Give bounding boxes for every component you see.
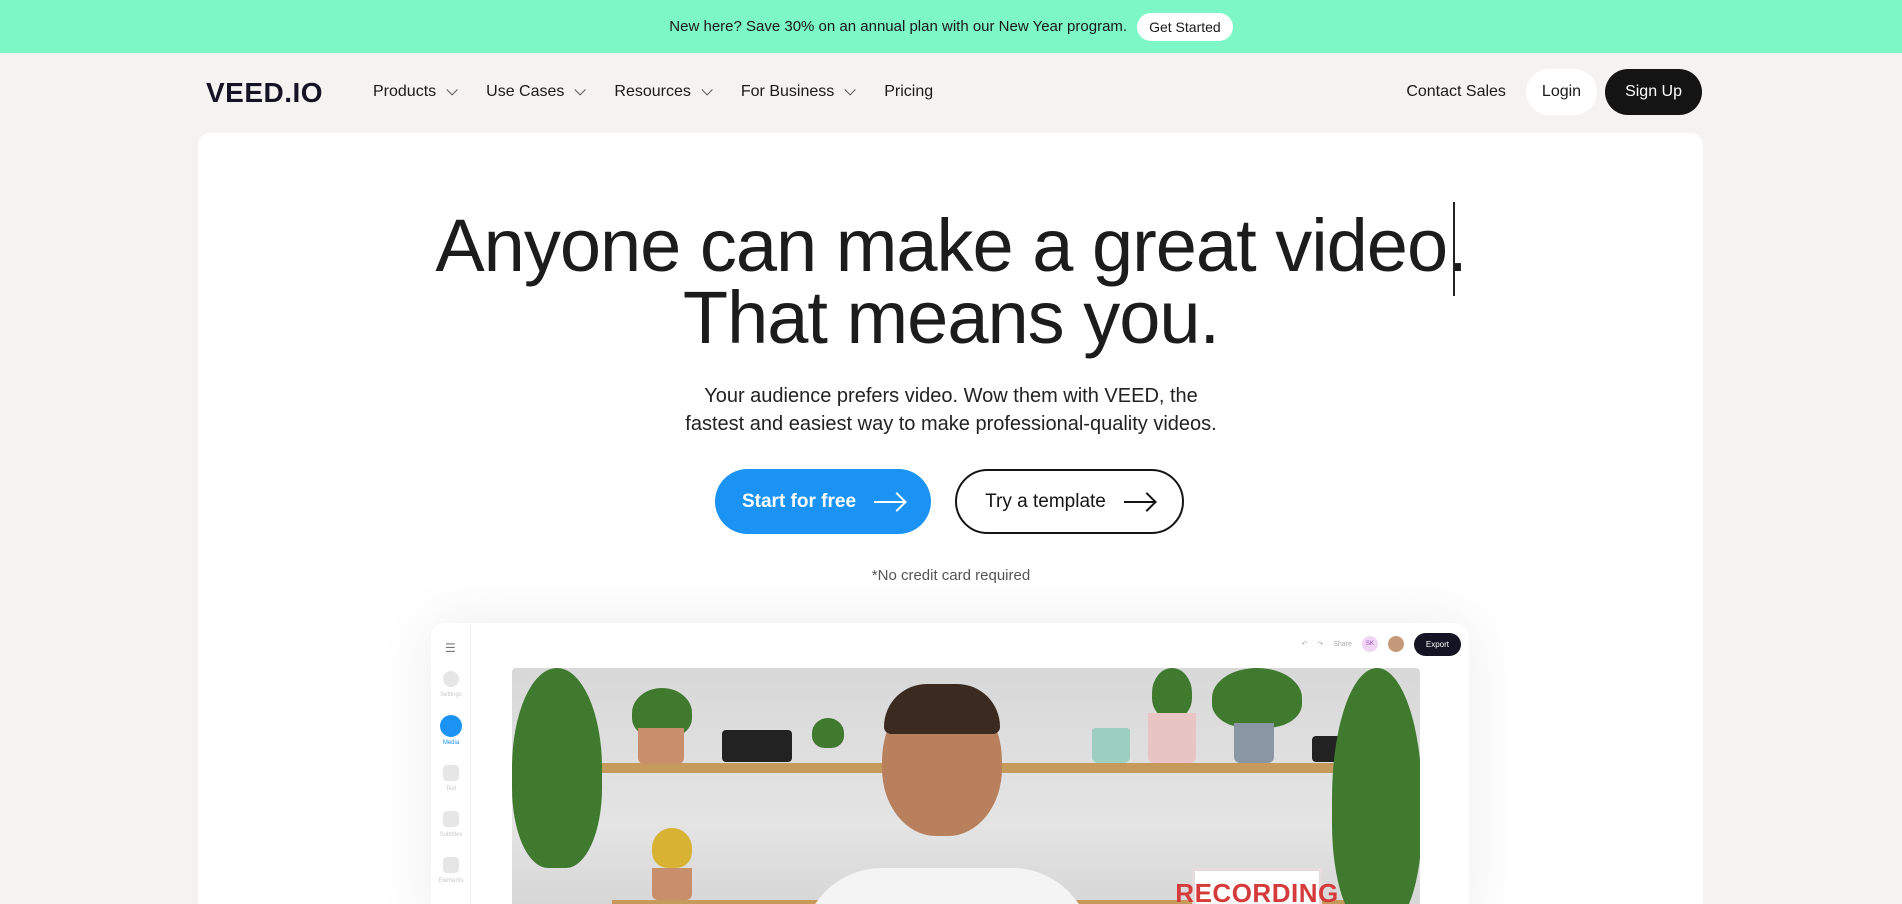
- recording-text: RECORDING: [1175, 877, 1339, 904]
- headline-line-1: Anyone can make a great video.: [435, 204, 1467, 287]
- text-cursor: [1453, 202, 1455, 296]
- headline-line-2: That means you.: [682, 276, 1220, 359]
- plant: [1152, 668, 1192, 718]
- nav-item-use-cases[interactable]: Use Cases: [486, 83, 587, 101]
- video-preview: RECORDING: [512, 668, 1420, 904]
- plant: [812, 718, 844, 748]
- subtitle-line-2: fastest and easiest way to make professi…: [685, 413, 1217, 435]
- login-button[interactable]: Login: [1525, 69, 1598, 115]
- sign-up-button[interactable]: Sign Up: [1605, 69, 1702, 115]
- promo-banner: New here? Save 30% on an annual plan wit…: [0, 0, 1902, 53]
- nav-actions: Contact Sales Login Sign Up: [1406, 69, 1702, 115]
- no-credit-card-note: *No credit card required: [871, 567, 1031, 584]
- sidebar-label: Media: [442, 740, 460, 746]
- redo-icon: ↷: [1317, 641, 1324, 648]
- share-label: Share: [1333, 640, 1352, 648]
- main-menu: Products Use Cases Resources For Busines…: [373, 83, 965, 101]
- arrow-right-icon: [874, 500, 905, 503]
- camera: [722, 730, 792, 762]
- nav-item-resources[interactable]: Resources: [614, 83, 713, 101]
- person-body: [802, 868, 1092, 904]
- chevron-down-icon: [446, 84, 458, 96]
- arrow-right-icon: [1123, 500, 1154, 503]
- nav-item-for-business[interactable]: For Business: [740, 83, 857, 101]
- subtitle-line-1: Your audience prefers video. Wow them wi…: [704, 385, 1198, 407]
- nav-item-products[interactable]: Products: [373, 83, 458, 101]
- subtitles-icon: [443, 811, 459, 827]
- editor-sidebar: ☰ Settings Media Text Subtitles Elements: [431, 623, 471, 904]
- undo-icon: ↶: [1301, 641, 1308, 648]
- avatar: SK: [1361, 636, 1378, 652]
- editor-preview: ☰ Settings Media Text Subtitles Elements…: [431, 623, 1469, 904]
- pot: [638, 728, 684, 764]
- pot: [652, 868, 692, 900]
- menu-icon: ☰: [445, 641, 456, 655]
- editor-topbar: ↶ ↷ Share SK Export: [1301, 631, 1461, 657]
- recording-sign: RECORDING: [1175, 868, 1338, 904]
- plant: [1212, 668, 1302, 728]
- get-started-button[interactable]: Get Started: [1137, 12, 1233, 41]
- promo-text: New here? Save 30% on an annual plan wit…: [669, 18, 1128, 35]
- plant: [1332, 668, 1420, 904]
- start-for-free-button[interactable]: Start for free: [715, 469, 931, 534]
- person-hair: [884, 684, 1000, 734]
- sidebar-label: Elements: [438, 878, 464, 884]
- nav-item-label: Resources: [614, 83, 691, 100]
- media-icon: [440, 715, 462, 737]
- top-nav: VEED.IO Products Use Cases Resources For…: [0, 53, 1902, 133]
- sidebar-label: Subtitles: [439, 832, 463, 838]
- pot: [1148, 713, 1196, 763]
- settings-icon: [443, 671, 459, 687]
- chevron-down-icon: [844, 84, 857, 96]
- mug: [1092, 728, 1130, 763]
- text-icon: [443, 765, 459, 781]
- sidebar-label: Settings: [440, 692, 462, 698]
- elements-icon: [443, 857, 459, 873]
- logo[interactable]: VEED.IO: [206, 77, 323, 109]
- nav-item-label: For Business: [740, 83, 835, 100]
- start-for-free-label: Start for free: [741, 490, 857, 512]
- nav-item-label: Pricing: [884, 83, 934, 100]
- plant: [652, 828, 692, 868]
- chevron-down-icon: [701, 84, 713, 96]
- chevron-down-icon: [574, 84, 587, 96]
- hero-headline: Anyone can make a great video. That mean…: [0, 204, 1902, 359]
- nav-item-pricing[interactable]: Pricing: [884, 83, 933, 101]
- plant: [512, 668, 602, 868]
- try-template-label: Try a template: [985, 490, 1106, 512]
- export-button: Export: [1413, 632, 1461, 656]
- avatar: [1387, 636, 1404, 652]
- hero-subtitle: Your audience prefers video. Wow them wi…: [0, 382, 1902, 438]
- nav-item-label: Use Cases: [486, 83, 565, 100]
- nav-item-label: Products: [373, 83, 437, 100]
- contact-sales-link[interactable]: Contact Sales: [1406, 83, 1506, 101]
- try-template-button[interactable]: Try a template: [955, 469, 1184, 534]
- sidebar-label: Text: [445, 786, 457, 792]
- pot: [1234, 723, 1274, 763]
